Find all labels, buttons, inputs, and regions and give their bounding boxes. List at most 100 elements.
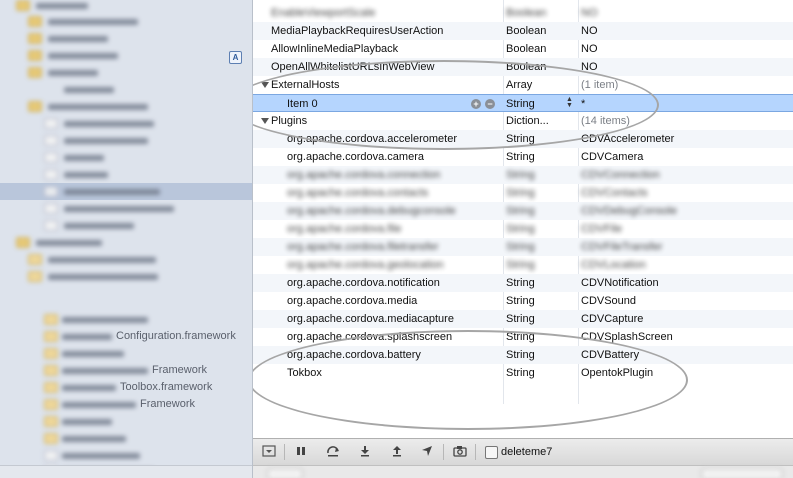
plist-type[interactable]: Boolean: [506, 22, 576, 40]
navigator-row-framework[interactable]: Framework: [0, 345, 252, 362]
navigator-row[interactable]: [0, 268, 252, 285]
plist-type[interactable]: Boolean: [506, 40, 576, 58]
plist-type[interactable]: String: [506, 202, 576, 220]
plist-value[interactable]: CDVNotification: [581, 274, 791, 292]
plist-value[interactable]: NO: [581, 40, 791, 58]
plist-row-content: org.apache.cordova.camera String CDVCamera: [253, 148, 793, 166]
plist-key[interactable]: org.apache.cordova.debugconsole: [253, 202, 533, 220]
camera-icon[interactable]: [452, 445, 468, 459]
plist-row[interactable]: org.apache.cordova.mediacapture String CDV…: [253, 310, 793, 328]
plist-row[interactable]: EnableViewportScale Boolean NO: [253, 4, 793, 22]
plist-key[interactable]: org.apache.cordova.camera: [253, 148, 533, 166]
plist-row-content: EnableViewportScale Boolean NO: [253, 4, 793, 22]
plist-value[interactable]: CDVFile: [581, 220, 791, 238]
plist-value[interactable]: NO: [581, 22, 791, 40]
plist-type[interactable]: String: [506, 220, 576, 238]
plist-key[interactable]: org.apache.cordova.notification: [253, 274, 533, 292]
plist-type[interactable]: String: [506, 238, 576, 256]
navigator-row[interactable]: [0, 81, 252, 98]
plist-key[interactable]: org.apache.cordova.file: [253, 220, 533, 238]
plist-value[interactable]: CDVLocation: [581, 256, 791, 274]
navigator-row[interactable]: [0, 132, 252, 149]
plist-value[interactable]: CDVConnection: [581, 166, 791, 184]
navigator-row-framework[interactable]: Framework: [0, 396, 252, 413]
plist-key[interactable]: org.apache.cordova.contacts: [253, 184, 533, 202]
navigator-row[interactable]: [0, 115, 252, 132]
plist-type[interactable]: String: [506, 310, 576, 328]
plist-value[interactable]: CDVCapture: [581, 310, 791, 328]
plist-value[interactable]: CDVDebugConsole: [581, 202, 791, 220]
step-out-icon[interactable]: [389, 445, 405, 459]
navigator-row-content: [0, 64, 252, 81]
plist-row[interactable]: MediaPlaybackRequiresUserAction Boolean NO: [253, 22, 793, 40]
plist-row[interactable]: org.apache.cordova.media String CDVSound: [253, 292, 793, 310]
plist-row[interactable]: org.apache.cordova.debugconsole String CDV…: [253, 202, 793, 220]
plist-key[interactable]: MediaPlaybackRequiresUserAction: [253, 22, 517, 40]
step-over-icon[interactable]: [325, 445, 341, 459]
assets-badge: A: [229, 51, 242, 64]
location-icon[interactable]: [419, 445, 435, 459]
navigator-row-framework[interactable]: Tokbox: [0, 311, 252, 328]
plist-value[interactable]: NO: [581, 58, 791, 76]
navigator-row-text: [48, 19, 138, 25]
plist-value[interactable]: CDVSound: [581, 292, 791, 310]
file-icon: [44, 186, 58, 197]
navigator-row-framework[interactable]: Configuration.framework: [0, 328, 252, 345]
plist-type[interactable]: Boolean: [506, 4, 576, 22]
navigator-row[interactable]: [0, 413, 252, 430]
plist-row[interactable]: AllowInlineMediaPlayback Boolean NO: [253, 40, 793, 58]
framework-name-blurred: [62, 385, 116, 391]
navigator-row[interactable]: [0, 430, 252, 447]
plist-type[interactable]: String: [506, 148, 576, 166]
navigator-row[interactable]: [0, 0, 252, 14]
plist-value[interactable]: CDVCamera: [581, 148, 791, 166]
plist-type[interactable]: String: [506, 184, 576, 202]
plist-row[interactable]: org.apache.cordova.filetransfer String CDV…: [253, 238, 793, 256]
plist-row[interactable]: org.apache.cordova.notification String CDV…: [253, 274, 793, 292]
file-icon: [44, 118, 58, 129]
navigator-row-text: [62, 419, 112, 425]
navigator-row[interactable]: [0, 234, 252, 251]
plist-row[interactable]: org.apache.cordova.geolocation String CDVL…: [253, 256, 793, 274]
plist-type[interactable]: String: [506, 166, 576, 184]
navigator-row[interactable]: [0, 98, 252, 115]
plist-type[interactable]: String: [506, 256, 576, 274]
plist-type[interactable]: String: [506, 274, 576, 292]
plist-value[interactable]: CDVFileTransfer: [581, 238, 791, 256]
plist-value[interactable]: NO: [581, 4, 791, 22]
navigator-row[interactable]: [0, 183, 252, 200]
toggle-console-icon[interactable]: [261, 445, 277, 459]
plist-key[interactable]: org.apache.cordova.media: [253, 292, 533, 310]
plist-key[interactable]: EnableViewportScale: [253, 4, 517, 22]
plist-editor: EnableViewportScale Boolean NO MediaPlaybac…: [253, 0, 793, 478]
plist-key[interactable]: org.apache.cordova.geolocation: [253, 256, 533, 274]
annotation-oval-tokbox: [253, 330, 688, 430]
scheme-label[interactable]: deleteme7: [501, 444, 552, 460]
plist-row[interactable]: org.apache.cordova.file String CDVFile: [253, 220, 793, 238]
navigator-row[interactable]: [0, 64, 252, 81]
navigator-row-framework[interactable]: Toolbox.framework: [0, 379, 252, 396]
plist-key[interactable]: org.apache.cordova.filetransfer: [253, 238, 533, 256]
navigator-row[interactable]: [0, 149, 252, 166]
plist-key[interactable]: org.apache.cordova.connection: [253, 166, 533, 184]
console-filter-pill[interactable]: [267, 468, 303, 478]
navigator-row[interactable]: [0, 13, 252, 30]
navigator-row[interactable]: [0, 47, 252, 64]
navigator-row-framework[interactable]: Framework: [0, 362, 252, 379]
plist-type[interactable]: String: [506, 292, 576, 310]
pause-icon[interactable]: [293, 445, 309, 459]
step-into-icon[interactable]: [357, 445, 373, 459]
plist-row[interactable]: org.apache.cordova.camera String CDVCamera: [253, 148, 793, 166]
plist-row[interactable]: org.apache.cordova.contacts String CDVCont…: [253, 184, 793, 202]
plist-key[interactable]: AllowInlineMediaPlayback: [253, 40, 517, 58]
navigator-row-content: [0, 115, 252, 132]
navigator-row[interactable]: [0, 30, 252, 47]
plist-value[interactable]: CDVContacts: [581, 184, 791, 202]
navigator-row[interactable]: [0, 251, 252, 268]
navigator-row[interactable]: [0, 217, 252, 234]
plist-row[interactable]: org.apache.cordova.connection String CDVCo…: [253, 166, 793, 184]
navigator-row[interactable]: [0, 166, 252, 183]
plist-key[interactable]: org.apache.cordova.mediacapture: [253, 310, 533, 328]
console-output-pill[interactable]: [701, 468, 783, 478]
navigator-row[interactable]: [0, 200, 252, 217]
